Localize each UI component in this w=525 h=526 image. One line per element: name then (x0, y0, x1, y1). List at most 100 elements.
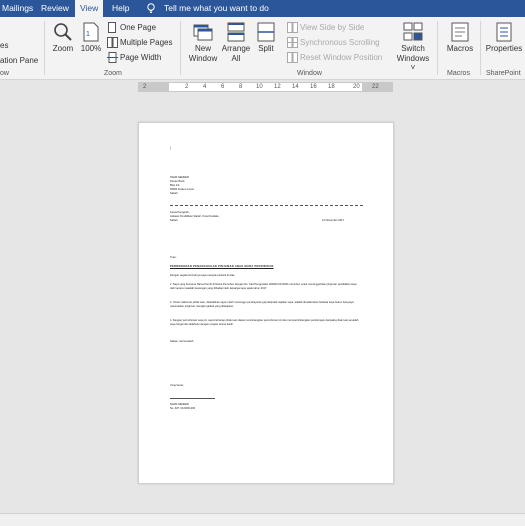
one-page-button[interactable]: One Page (107, 21, 177, 34)
new-window-label-2: Window (188, 53, 218, 63)
group-divider (437, 21, 438, 75)
reset-window-position-button[interactable]: Reset Window Position (287, 51, 387, 64)
ruler-tick: 16 (310, 84, 317, 90)
text-cursor: | (170, 145, 172, 150)
split-label: Split (258, 44, 274, 53)
properties-label: Properties (485, 44, 523, 53)
sync-scroll-icon (287, 37, 298, 48)
group-divider (44, 21, 45, 75)
view-side-by-side-button[interactable]: View Side by Side (287, 21, 387, 34)
multiple-pages-label: Multiple Pages (120, 38, 173, 47)
ruler-tick: 6 (221, 84, 225, 90)
tab-help[interactable]: Help (112, 0, 129, 17)
lightbulb-icon (147, 3, 155, 13)
letter-paragraph: 2. Saya yang bernama Nama Penuh di Nama … (170, 283, 357, 290)
signature-name: NAMA SENDER (170, 403, 189, 406)
partial-button-1[interactable]: es (0, 39, 8, 52)
ruler-tick: 14 (292, 84, 299, 90)
ruler-tick: 2 (143, 84, 147, 90)
page-width-icon (107, 52, 118, 63)
svg-text:1: 1 (86, 31, 90, 38)
recipient-line: Sabah. (170, 219, 179, 222)
ruler-tick: 2 (185, 84, 189, 90)
sharepoint-group-label: SharePoint (486, 70, 521, 77)
ribbon-tab-bar: Mailings Review View Help Tell me what y… (0, 0, 525, 17)
ruler-tick: 12 (274, 84, 281, 90)
zoom-label: Zoom (52, 44, 74, 53)
letter-paragraph: 3. Untuk makluman pihak tuan, disebabkan… (170, 301, 354, 308)
tab-view[interactable]: View (75, 0, 104, 17)
group-divider (180, 21, 181, 75)
split-button[interactable]: Split (254, 22, 278, 54)
zoom-100-button[interactable]: 1 100% (80, 22, 102, 54)
recipient-line: Ketua Pengarah, (170, 211, 190, 214)
new-window-icon (193, 24, 213, 41)
sender-address-line: Sabah. (170, 192, 179, 195)
arrange-all-label-1: Arrange (221, 44, 251, 53)
macros-button[interactable]: Macros (443, 22, 477, 54)
sender-name: NAMA SENDER (170, 176, 189, 179)
properties-icon (496, 22, 512, 42)
letter-paragraph: 4. Dengan permohonan saya ini, saya berh… (170, 319, 359, 326)
sign-off: Yang benar, (170, 384, 184, 387)
side-by-side-label: View Side by Side (300, 23, 365, 32)
multiple-pages-icon (107, 37, 118, 48)
status-bar (0, 513, 525, 526)
signature-ic-number: No. K/P: 00-0000-000 (170, 407, 196, 410)
arrange-all-button[interactable]: Arrange All (219, 22, 253, 63)
one-page-label: One Page (120, 23, 157, 32)
one-page-icon (108, 22, 116, 33)
side-by-side-icon (287, 22, 298, 33)
recipient-line: Jabatan Pendidikan Sabah, Kota Kinabalu, (170, 215, 220, 218)
view-ribbon: es ation Pane ow Zoom 1 100% One Page Mu… (0, 17, 525, 80)
zoom-button[interactable]: Zoom (50, 22, 76, 54)
new-window-label-1: New (194, 44, 211, 53)
switch-windows-label-1: Switch (401, 44, 425, 53)
ruler-tick: 18 (328, 84, 335, 90)
macros-group-label: Macros (447, 70, 470, 77)
letterhead-divider (170, 205, 363, 206)
ruler-tick: 22 (372, 84, 379, 90)
properties-button[interactable]: Properties (484, 22, 524, 54)
letter-subject: PERMOHONAN PENANGGUHAN PINJAMAN ANAK MAR… (170, 265, 274, 268)
new-window-button[interactable]: New Window (186, 22, 220, 63)
switch-windows-button[interactable]: Switch Windows ˅ (394, 22, 432, 73)
letter-closing: Sekian, terima kasih. (170, 340, 195, 343)
ruler-tick: 4 (203, 84, 207, 90)
page-width-button[interactable]: Page Width (107, 51, 177, 64)
switch-windows-label-2: Windows ˅ (396, 53, 430, 73)
sender-address-line: Blok 1/2, (170, 184, 181, 187)
zoom-group-label: Zoom (104, 70, 122, 77)
group-divider (480, 21, 481, 75)
ruler-tick: 8 (239, 84, 243, 90)
tab-review[interactable]: Review (41, 0, 69, 17)
split-icon (257, 22, 275, 42)
navigation-pane-button[interactable]: ation Pane (0, 54, 38, 67)
tell-me-text: Tell me what you want to do (164, 3, 269, 13)
zoom-100-label: 100% (80, 44, 102, 53)
page-width-label: Page Width (120, 53, 162, 62)
magnifier-icon (54, 23, 72, 41)
show-group-label: ow (0, 70, 9, 77)
letter-date: 21 November 2017 (322, 219, 345, 222)
arrange-all-label-2: All (231, 53, 241, 63)
tab-mailings[interactable]: Mailings (2, 0, 33, 17)
horizontal-ruler[interactable]: 2 2 4 6 8 10 12 14 16 18 20 22 (138, 82, 393, 92)
macros-label: Macros (446, 44, 474, 53)
multiple-pages-button[interactable]: Multiple Pages (107, 36, 177, 49)
sender-address-line: 56000 Kuala Lumpur, (170, 188, 195, 191)
ruler-tick: 10 (256, 84, 263, 90)
salutation: Tuan, (170, 256, 177, 259)
synchronous-scrolling-button[interactable]: Synchronous Scrolling (287, 36, 387, 49)
page-100-icon: 1 (83, 22, 99, 42)
ruler-tick: 20 (353, 84, 360, 90)
letter-greeting: Dengan segala hormatnya saya merujuk per… (170, 274, 236, 277)
arrange-all-icon (227, 22, 245, 42)
macros-icon (451, 22, 469, 42)
document-page[interactable]: | NAMA SENDER Taman Book, Blok 1/2, 5600… (138, 122, 394, 484)
window-group-label: Window (297, 70, 322, 77)
reset-position-icon (287, 52, 298, 63)
switch-windows-icon (403, 22, 423, 41)
reset-position-label: Reset Window Position (300, 53, 383, 62)
sync-scroll-label: Synchronous Scrolling (300, 38, 380, 47)
